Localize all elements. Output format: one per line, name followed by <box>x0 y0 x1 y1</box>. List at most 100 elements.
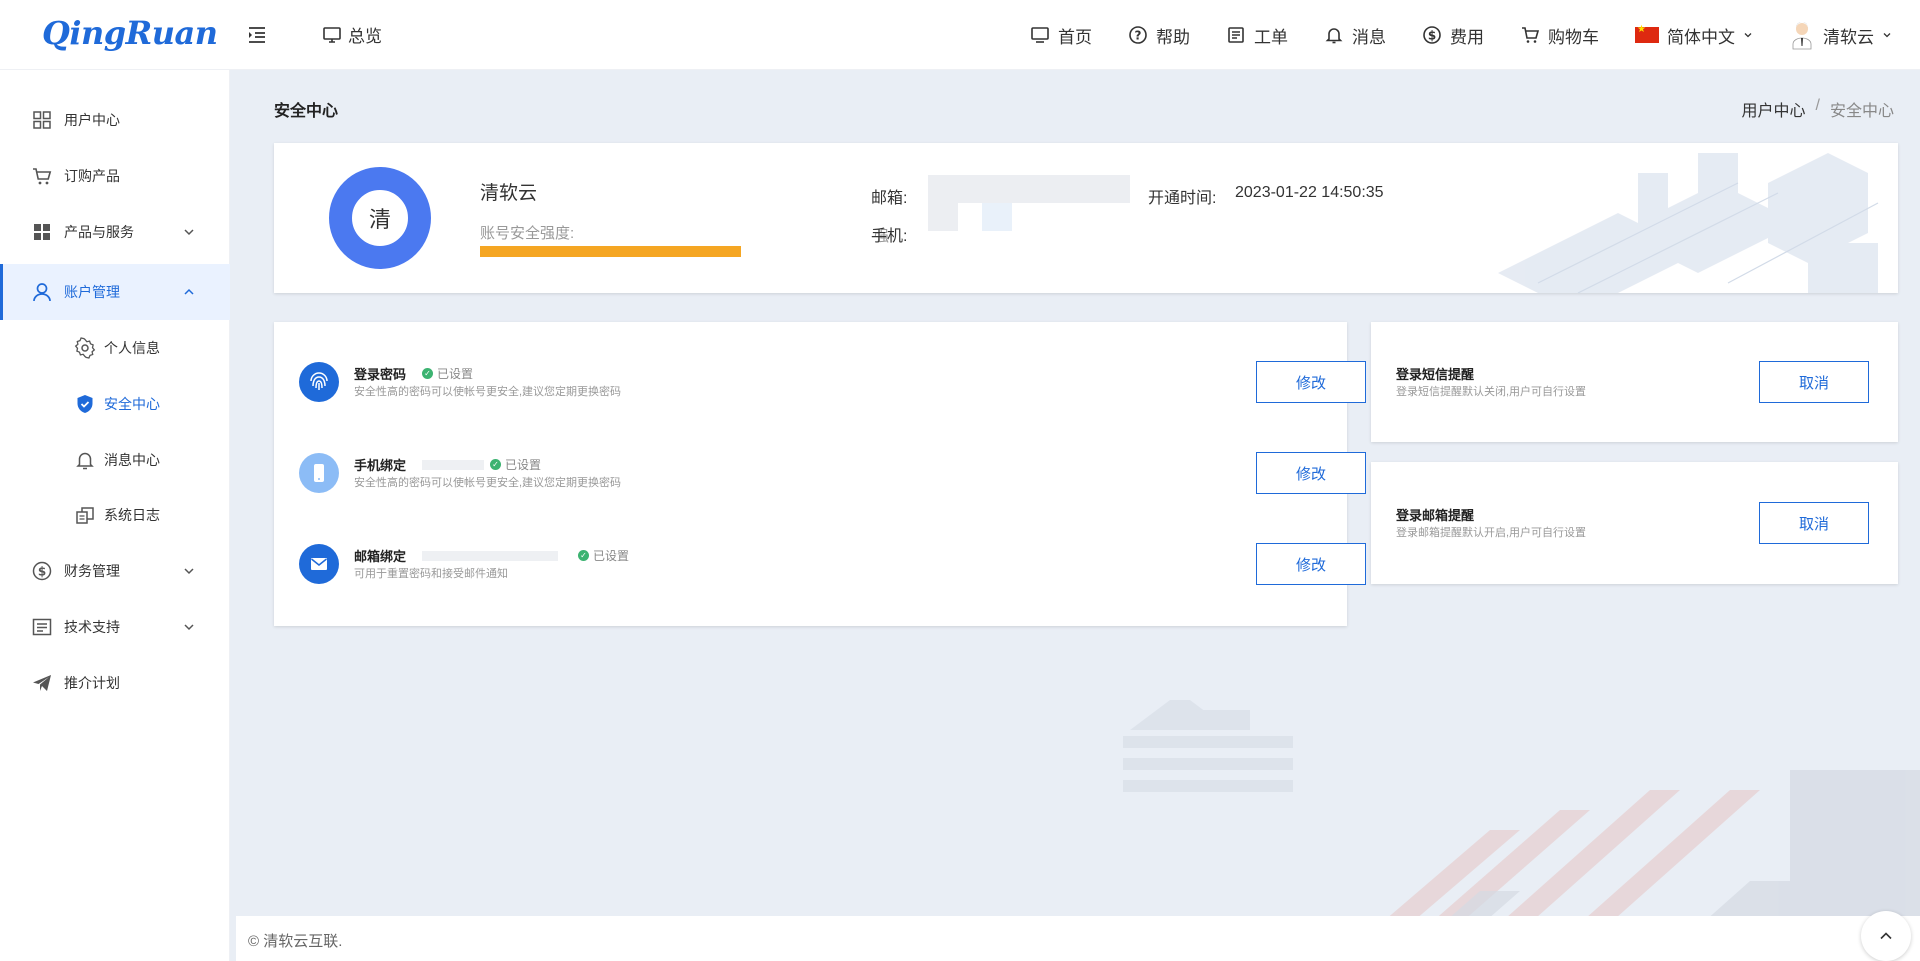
nav-home-label: 首页 <box>1058 27 1092 47</box>
security-row-password: 登录密码 ✓ 已设置 安全性高的密码可以使帐号更安全,建议您定期更换密码 修改 <box>274 352 1366 412</box>
open-time-value: 2023-01-22 14:50:35 <box>1235 184 1384 201</box>
nav-fee[interactable]: $ 费用 <box>1422 23 1484 48</box>
chevron-up-icon <box>1880 932 1892 940</box>
sidebar-item-label: 财务管理 <box>64 563 120 579</box>
nav-message-label: 消息 <box>1352 27 1386 47</box>
chevron-up-icon <box>184 288 194 295</box>
bell-icon <box>1325 28 1343 44</box>
open-time-label: 开通时间: <box>1148 190 1217 207</box>
sidebar-item-label: 账户管理 <box>64 284 120 300</box>
logo[interactable]: QingRuan <box>42 14 218 52</box>
status-badge: ✓ 已设置 <box>578 547 629 564</box>
sidebar-item-referral[interactable]: 推介计划 <box>0 655 230 711</box>
cancel-sms-reminder-button[interactable]: 取消 <box>1759 361 1869 403</box>
user-menu[interactable]: 清软云 <box>1789 20 1892 50</box>
back-to-top-button[interactable] <box>1861 911 1911 961</box>
top-header: QingRuan 总览 首页 ? 帮助 工单 消息 $ 费用 购物车 ★ 简体中… <box>0 0 1920 70</box>
profile-card: 清 清软云 账号安全强度: 强 邮箱: 手机: 开通时间: 2023-01-22… <box>274 143 1898 293</box>
copyright-text: © 清软云互联. <box>248 933 343 950</box>
sidebar-item-label: 系统日志 <box>104 507 160 523</box>
nav-help[interactable]: ? 帮助 <box>1128 23 1190 48</box>
strength-bar <box>480 246 741 257</box>
check-icon: ✓ <box>490 459 501 470</box>
breadcrumb: 用户中心 / 安全中心 <box>1742 97 1894 121</box>
sidebar-item-products-services[interactable]: 产品与服务 <box>0 204 230 260</box>
sidebar-item-tech-support[interactable]: 技术支持 <box>0 599 230 655</box>
phone-label: 手机: <box>871 228 908 245</box>
sidebar-item-label: 技术支持 <box>64 619 120 635</box>
strength-label: 账号安全强度: <box>480 225 575 242</box>
phone-icon <box>299 453 339 493</box>
breadcrumb-separator: / <box>1815 97 1820 114</box>
security-row-email: 邮箱绑定 ✓ 已设置 可用于重置密码和接受邮件通知 修改 <box>274 534 1366 594</box>
sidebar-item-label: 推介计划 <box>64 675 120 691</box>
nav-fee-label: 费用 <box>1450 27 1484 47</box>
bell-icon <box>76 452 94 470</box>
log-icon <box>76 507 94 524</box>
breadcrumb-link[interactable]: 用户中心 <box>1742 97 1806 121</box>
sms-reminder-card: 登录短信提醒 登录短信提醒默认关闭,用户可自行设置 取消 <box>1371 322 1898 442</box>
security-desc: 可用于重置密码和接受邮件通知 <box>354 568 508 580</box>
menu-collapse-icon[interactable] <box>246 24 268 46</box>
sidebar-item-personal-info[interactable]: 个人信息 <box>0 320 230 376</box>
svg-text:?: ? <box>1135 29 1142 43</box>
chevron-down-icon <box>184 624 194 631</box>
security-row-phone: 手机绑定 ✓ 已设置 安全性高的密码可以使帐号更安全,建议您定期更换密码 修改 <box>274 443 1366 503</box>
avatar-char: 清 <box>368 207 391 232</box>
main-content: 安全中心 用户中心 / 安全中心 清 清软云 账号安全强度: 强 邮箱: 手机:… <box>230 70 1920 961</box>
nav-ticket[interactable]: 工单 <box>1226 23 1288 48</box>
sidebar-item-message-center[interactable]: 消息中心 <box>0 432 230 488</box>
sidebar-item-label: 消息中心 <box>104 452 160 468</box>
reminder-desc: 登录邮箱提醒默认开启,用户可自行设置 <box>1396 527 1587 539</box>
sidebar-item-account-management[interactable]: 账户管理 <box>0 264 230 320</box>
breadcrumb-current: 安全中心 <box>1829 103 1894 120</box>
security-title: 登录密码 <box>354 367 407 382</box>
sidebar-item-order-products[interactable]: 订购产品 <box>0 148 230 204</box>
card-illustration <box>1498 153 1879 293</box>
gear-icon <box>74 337 96 359</box>
svg-text:$: $ <box>38 565 46 579</box>
language-select[interactable]: 简体中文 <box>1635 23 1753 48</box>
redacted-phone <box>928 203 958 231</box>
redacted-email <box>422 551 558 561</box>
shield-icon <box>77 395 93 413</box>
sidebar-item-security-center[interactable]: 安全中心 <box>0 376 230 432</box>
status-badge: ✓ 已设置 <box>490 456 541 473</box>
reminder-title: 登录短信提醒 <box>1396 367 1475 382</box>
sidebar-item-label: 安全中心 <box>104 396 160 412</box>
sidebar-item-system-log[interactable]: 系统日志 <box>0 487 230 543</box>
chevron-down-icon <box>184 568 194 575</box>
chevron-down-icon <box>1883 33 1891 38</box>
china-flag-icon <box>1635 24 1659 43</box>
email-label: 邮箱: <box>871 190 908 207</box>
modify-email-button[interactable]: 修改 <box>1256 543 1366 585</box>
nav-message[interactable]: 消息 <box>1324 23 1386 48</box>
status-badge: ✓ 已设置 <box>422 365 473 382</box>
security-settings-card: 登录密码 ✓ 已设置 安全性高的密码可以使帐号更安全,建议您定期更换密码 修改 手… <box>274 322 1366 626</box>
sidebar: 用户中心 订购产品 产品与服务 账户管理 个人信息 安全中心 消息中心 系统日志… <box>0 70 230 961</box>
profile-name: 清软云 <box>480 183 538 204</box>
modify-password-button[interactable]: 修改 <box>1256 361 1366 403</box>
check-icon: ✓ <box>578 550 589 561</box>
dollar-icon: $ <box>32 561 52 581</box>
nav-home[interactable]: 首页 <box>1030 23 1092 48</box>
apps-icon <box>34 224 50 240</box>
sidebar-item-user-center[interactable]: 用户中心 <box>0 92 230 148</box>
cancel-email-reminder-button[interactable]: 取消 <box>1759 502 1869 544</box>
nav-cart[interactable]: 购物车 <box>1520 23 1599 48</box>
nav-cart-label: 购物车 <box>1548 27 1599 47</box>
reminder-desc: 登录短信提醒默认关闭,用户可自行设置 <box>1396 386 1587 398</box>
reminder-title: 登录邮箱提醒 <box>1396 508 1475 523</box>
ticket-icon <box>1228 27 1244 43</box>
sidebar-item-finance[interactable]: $ 财务管理 <box>0 543 230 599</box>
nav-help-label: 帮助 <box>1156 27 1190 47</box>
overview-label: 总览 <box>348 27 382 46</box>
sidebar-item-label: 订购产品 <box>64 168 120 184</box>
redacted-email <box>928 175 1130 203</box>
modify-phone-button[interactable]: 修改 <box>1256 452 1366 494</box>
help-icon: ? <box>1129 26 1147 44</box>
overview-link[interactable]: 总览 <box>322 22 382 47</box>
chevron-down-icon <box>1744 33 1752 38</box>
avatar-ring: 清 <box>329 167 431 269</box>
mail-icon <box>299 544 339 584</box>
